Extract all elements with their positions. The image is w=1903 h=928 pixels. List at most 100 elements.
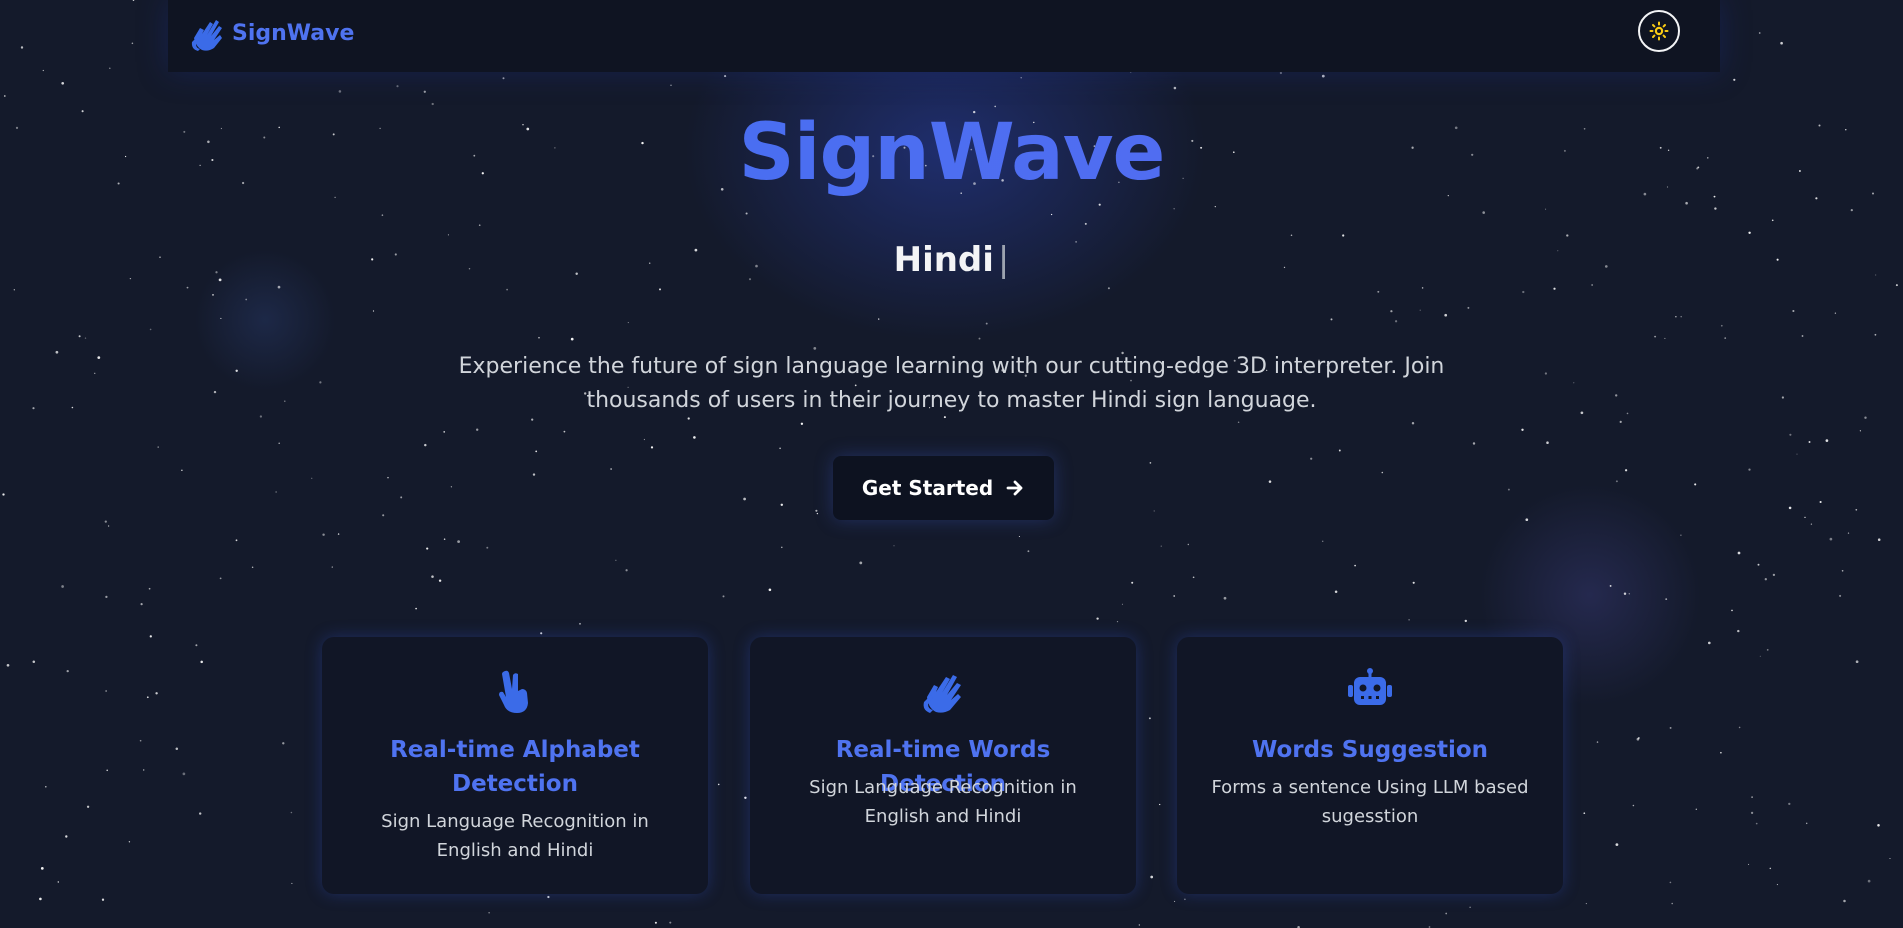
star: [1731, 609, 1733, 612]
star: [1173, 595, 1176, 597]
star: [107, 525, 110, 527]
star: [615, 559, 617, 561]
star: [284, 400, 286, 402]
brand-name: SignWave: [232, 20, 355, 46]
star: [1173, 86, 1177, 90]
star: [105, 690, 107, 692]
star: [400, 496, 403, 499]
star: [1020, 77, 1022, 79]
star: [1018, 535, 1020, 538]
star: [382, 514, 385, 517]
star: [97, 356, 101, 359]
star: [1279, 71, 1283, 75]
star: [1759, 655, 1761, 657]
star: [322, 533, 325, 536]
star: [1310, 457, 1313, 460]
typed-word: Hindi: [893, 240, 994, 280]
star: [20, 46, 24, 49]
star: [140, 603, 143, 606]
get-started-button[interactable]: Get Started: [833, 456, 1054, 520]
brand-logo[interactable]: SignWave: [190, 14, 354, 52]
star: [1338, 449, 1341, 452]
star: [1665, 598, 1668, 600]
star: [278, 442, 280, 445]
star: [6, 663, 10, 667]
star: [1825, 439, 1829, 442]
star: [45, 785, 47, 788]
star: [61, 81, 65, 85]
star: [131, 42, 134, 45]
robot-icon: [1348, 668, 1392, 705]
star: [1776, 884, 1778, 886]
star: [1874, 333, 1877, 336]
star: [1619, 420, 1622, 423]
star: [1321, 74, 1325, 78]
theme-toggle-button[interactable]: [1638, 10, 1680, 52]
star: [625, 569, 628, 572]
star: [186, 286, 189, 289]
star: [149, 635, 152, 638]
star: [816, 512, 819, 515]
star: [1847, 532, 1850, 534]
star: [815, 509, 818, 512]
star: [1766, 648, 1769, 651]
star: [985, 322, 988, 325]
star: [450, 486, 453, 488]
star: [1334, 590, 1338, 593]
star: [1623, 592, 1627, 595]
star: [387, 476, 389, 479]
star: [1096, 617, 1099, 620]
star: [1150, 875, 1154, 879]
feature-card-words-detection[interactable]: Real-time Words Detection Sign Language …: [750, 637, 1136, 894]
star: [1615, 843, 1619, 846]
star: [1772, 573, 1776, 577]
sun-icon: [1649, 21, 1669, 41]
page: SignWave SignWave Hindi | Experience the …: [0, 0, 1903, 928]
star: [1482, 211, 1485, 214]
sign-language-hands-icon: [923, 675, 961, 713]
star: [1187, 543, 1189, 546]
star: [1695, 808, 1697, 810]
star: [245, 298, 248, 301]
star: [78, 335, 81, 338]
star: [200, 660, 203, 664]
star: [101, 898, 105, 901]
feature-card-alphabet-detection[interactable]: Real-time Alphabet Detection Sign Langua…: [322, 637, 708, 894]
star: [1412, 581, 1415, 584]
star: [1781, 396, 1785, 399]
star: [1707, 641, 1711, 645]
star: [1173, 208, 1175, 210]
star: [1174, 900, 1176, 902]
star: [235, 539, 238, 542]
star: [338, 90, 342, 93]
star: [213, 390, 217, 394]
star: [1685, 201, 1688, 205]
star: [1027, 550, 1030, 553]
star: [1819, 500, 1822, 504]
star: [39, 897, 42, 901]
star: [502, 77, 505, 80]
star: [1544, 372, 1548, 375]
star: [372, 310, 375, 312]
star: [488, 912, 490, 914]
star: [94, 372, 96, 374]
star: [57, 881, 60, 883]
feature-card-words-suggestion[interactable]: Words Suggestion Forms a sentence Using …: [1177, 637, 1563, 894]
star: [1724, 337, 1727, 339]
star: [381, 214, 384, 216]
star: [1628, 593, 1630, 595]
star: [781, 546, 783, 549]
star: [654, 921, 657, 924]
star: [251, 566, 254, 568]
star: [106, 769, 109, 772]
star: [1098, 203, 1101, 206]
star: [277, 285, 281, 289]
star: [447, 234, 449, 236]
star: [547, 895, 550, 899]
star: [66, 669, 69, 673]
star: [1804, 516, 1806, 519]
star: [1615, 394, 1618, 397]
star: [199, 812, 202, 815]
star: [1834, 312, 1837, 314]
star: [1757, 563, 1760, 566]
